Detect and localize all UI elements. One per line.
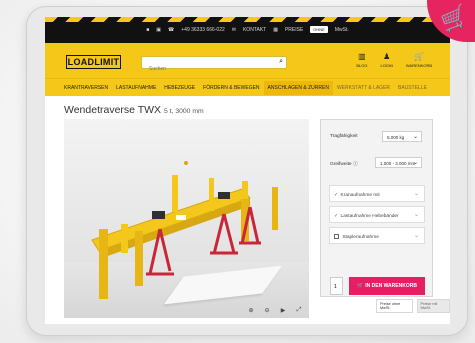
- flag-uk-icon[interactable]: ▣: [156, 27, 161, 33]
- zoom-out-icon[interactable]: ⊖: [262, 307, 272, 314]
- cart-icon: 🛒: [357, 283, 364, 289]
- kranaufnahme-label: Kranaufnahme mit: [340, 193, 380, 198]
- chevron-down-icon: ⌄: [413, 233, 419, 239]
- add-to-cart-label: IN DEN WARENKORB: [365, 283, 417, 289]
- price-label: PREISE: [284, 26, 304, 33]
- top-bar: ■ ▣ ☎ +49 36333 666-022 ✉ KONTAKT ▦ PREI…: [45, 17, 450, 43]
- capacity-select[interactable]: 5.000 kg: [382, 131, 422, 142]
- cart-link[interactable]: 🛒 WARENKORB: [405, 52, 432, 69]
- nav-baustelle[interactable]: BAUSTELLE: [398, 85, 427, 91]
- price-toggle-buttons: Preise ohne MwSt. Preise mit MwSt.: [376, 299, 450, 313]
- traverse-model: [91, 161, 278, 299]
- product-3d-viewer[interactable]: ⊕ ⊖ ▶ ⤢: [64, 119, 309, 318]
- lastaufnahme-option[interactable]: ✓ Lastaufnahme Hebebänder ⌄: [329, 206, 425, 223]
- fullscreen-icon[interactable]: ⤢: [294, 307, 304, 314]
- lastaufnahme-label: Lastaufnahme Hebebänder: [340, 214, 399, 219]
- add-to-cart-button[interactable]: 🛒 IN DEN WARENKORB: [349, 277, 425, 295]
- kranaufnahme-option[interactable]: ✓ Kranaufnahme mit ⌄: [329, 185, 425, 202]
- top-contact-line: ■ ▣ ☎ +49 36333 666-022 ✉ KONTAKT ▦ PREI…: [45, 26, 450, 33]
- login-link[interactable]: ♟ LOGIN: [380, 52, 393, 69]
- warning-stripes: [45, 17, 450, 22]
- blog-link[interactable]: ▥ BLOG: [356, 52, 368, 69]
- nav-lastaufnahme[interactable]: LASTAUFNAHME: [116, 85, 156, 91]
- price-tax-label: MwSt.: [334, 26, 349, 33]
- price-toggle[interactable]: OHNE: [310, 26, 328, 33]
- flag-de-icon[interactable]: ■: [146, 27, 149, 33]
- nav-foerdern-bewegen[interactable]: FÖRDERN & BEWEGEN: [203, 85, 259, 91]
- play-icon[interactable]: ▶: [278, 307, 288, 314]
- viewer-controls: ⊕ ⊖ ▶ ⤢: [246, 307, 304, 314]
- logo[interactable]: LOADLIMIT: [66, 55, 121, 69]
- nav-anschlagen-zurren[interactable]: ANSCHLAGEN & ZURREN: [263, 80, 333, 95]
- zoom-in-icon[interactable]: ⊕: [246, 307, 256, 314]
- buy-row: 1 🛒 IN DEN WARENKORB: [330, 277, 425, 295]
- config-panel: Tragfähigkeit 5.000 kg Greifweite ⓘ 1.00…: [320, 119, 433, 297]
- nav-hebezeuge[interactable]: HEBEZEUGE: [164, 85, 195, 91]
- stapleraufnahme-option[interactable]: Staplerauf­nahme ⌄: [329, 227, 425, 244]
- chevron-down-icon: ⌄: [413, 212, 419, 218]
- stapleraufnahme-label: Staplerauf­nahme: [342, 235, 379, 240]
- cart-label: WARENKORB: [405, 63, 432, 68]
- product-name: Wendetraverse TWX: [64, 104, 162, 116]
- cart-icon: 🛒: [437, 2, 472, 35]
- phone-icon: ☎: [168, 26, 175, 33]
- info-icon[interactable]: ⓘ: [353, 162, 358, 167]
- grip-select[interactable]: 1.000 - 3.000 mm: [375, 157, 422, 168]
- mail-icon: ✉: [231, 26, 236, 33]
- search-box[interactable]: ⌕: [141, 56, 287, 76]
- cart-icon: 🛒: [413, 52, 424, 61]
- product-title: Wendetraverse TWX 5 t, 3000 mm: [64, 104, 204, 116]
- blog-icon: ▥: [358, 52, 366, 61]
- check-icon: ✓: [334, 192, 339, 198]
- user-icon: ♟: [383, 52, 391, 61]
- login-label: LOGIN: [380, 63, 393, 68]
- contact-link[interactable]: KONTAKT: [243, 27, 266, 33]
- search-input[interactable]: [147, 62, 269, 76]
- search-icon[interactable]: ⌕: [279, 58, 283, 66]
- brand-row: LOADLIMIT ⌕ ▥ BLOG ♟ LOGIN 🛒 WARENKORB: [45, 43, 450, 78]
- nav-werkstatt-lager[interactable]: WERKSTATT & LAGER: [337, 85, 390, 91]
- tablet-frame: ■ ▣ ☎ +49 36333 666-022 ✉ KONTAKT ▦ PREI…: [26, 6, 468, 336]
- phone-number[interactable]: +49 36333 666-022: [181, 27, 225, 33]
- chevron-down-icon: ⌄: [413, 191, 419, 197]
- quantity-input[interactable]: 1: [330, 277, 343, 295]
- website-screen: ■ ▣ ☎ +49 36333 666-022 ✉ KONTAKT ▦ PREI…: [45, 17, 450, 324]
- blog-label: BLOG: [356, 63, 368, 68]
- grip-label: Greifweite: [330, 162, 352, 167]
- price-with-tax-button[interactable]: Preise mit MwSt.: [416, 299, 450, 313]
- price-without-tax-button[interactable]: Preise ohne MwSt.: [376, 299, 413, 313]
- capacity-row: Tragfähigkeit 5.000 kg: [330, 131, 422, 142]
- product-specs: 5 t, 3000 mm: [164, 108, 204, 115]
- category-nav: KRANTRAVERSEN LASTAUFNAHME HEBEZEUGE FÖR…: [45, 78, 450, 96]
- grip-row: Greifweite ⓘ 1.000 - 3.000 mm: [330, 157, 422, 168]
- user-nav: ▥ BLOG ♟ LOGIN 🛒 WARENKORB: [356, 52, 432, 69]
- capacity-label: Tragfähigkeit: [330, 134, 358, 139]
- nav-krantraversen[interactable]: KRANTRAVERSEN: [64, 85, 108, 91]
- grid-icon: ▦: [273, 26, 278, 33]
- checkbox-icon: [334, 234, 339, 239]
- check-icon: ✓: [334, 213, 339, 219]
